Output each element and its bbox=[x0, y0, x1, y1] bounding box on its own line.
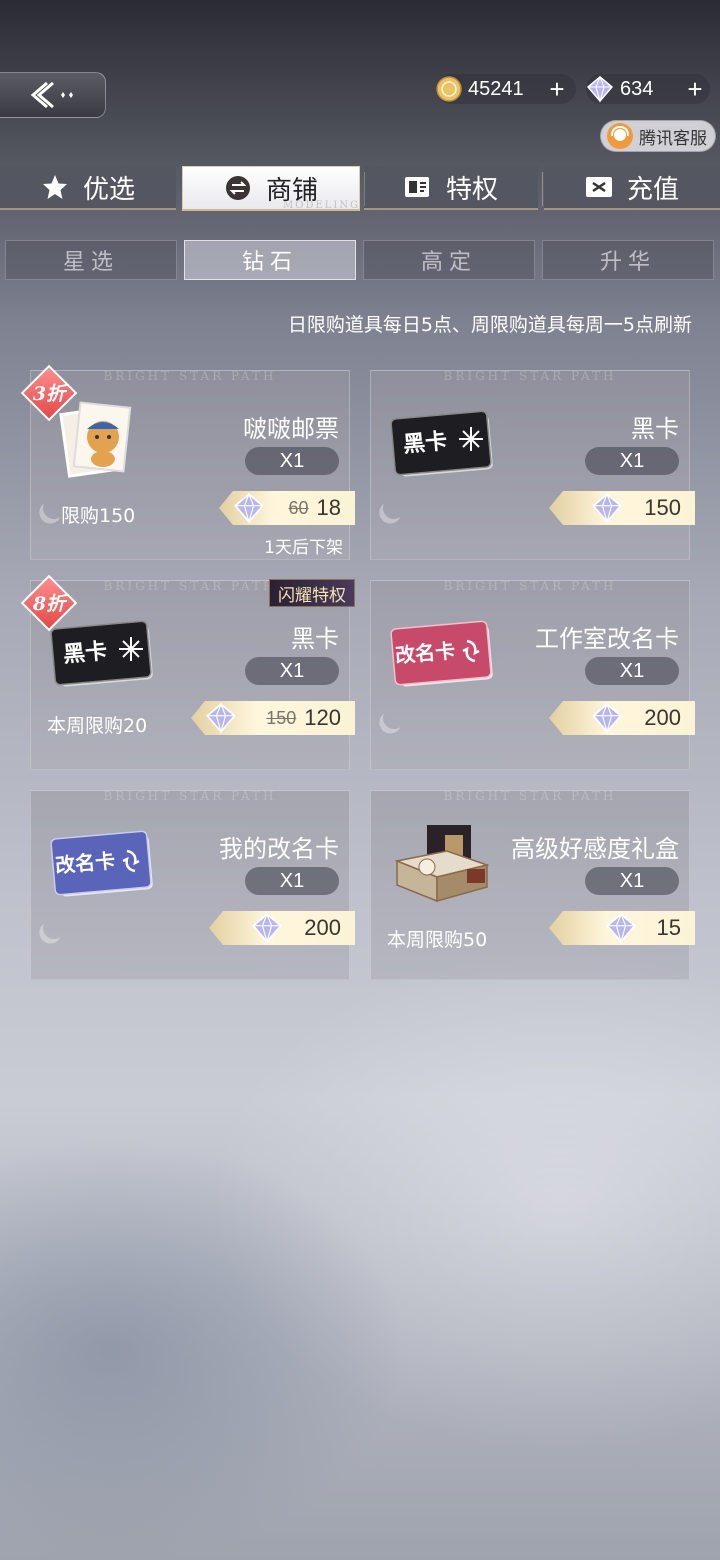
tab-label: 优选 bbox=[82, 174, 135, 205]
gift-box-icon bbox=[387, 821, 497, 903]
rename-card-icon: 改名卡 bbox=[387, 611, 497, 691]
item-name: 我的改名卡 bbox=[219, 835, 339, 863]
price-value: 200 bbox=[644, 705, 681, 730]
item-name: 黑卡 bbox=[291, 625, 339, 653]
price-tag[interactable]: 15 bbox=[549, 911, 695, 945]
price-value: 150 bbox=[644, 495, 681, 520]
discount-text: 8折 bbox=[32, 593, 66, 615]
card-watermark: BRIGHT STAR PATH bbox=[443, 579, 617, 593]
subtab-star-select[interactable]: 星选 bbox=[5, 240, 177, 280]
item-quantity: X1 bbox=[585, 447, 679, 475]
back-arrow-icon bbox=[30, 81, 73, 109]
subtab-label: 高定 bbox=[420, 250, 477, 275]
privilege-tag: 闪耀特权 bbox=[269, 579, 355, 607]
tab-divider bbox=[542, 172, 543, 206]
shop-item-card[interactable]: BRIGHT STAR PATH 黑卡 闪耀特权 黑卡 X1 本周限购20 15… bbox=[20, 574, 355, 770]
price-tag[interactable]: 200 bbox=[549, 701, 695, 735]
shop-item-card[interactable]: BRIGHT STAR PATH 高级好感度礼盒 X1 本周限购50 15 bbox=[370, 789, 695, 980]
purchase-limit: 本周限购50 bbox=[387, 929, 488, 951]
card-watermark: BRIGHT STAR PATH bbox=[103, 789, 277, 803]
tab-watermark: MODELING bbox=[283, 200, 361, 211]
diamond-icon bbox=[234, 492, 264, 524]
item-name: 啵啵邮票 bbox=[243, 415, 339, 443]
customer-service-button[interactable]: 腾讯客服 bbox=[600, 120, 716, 152]
card-print-text: 黑卡 bbox=[62, 638, 109, 668]
tab-label: 特权 bbox=[445, 174, 498, 205]
card-print-text: 改名卡 bbox=[394, 638, 457, 668]
shop-item-card[interactable]: BRIGHT STAR PATH 改名卡 我的改名卡 X1 200 bbox=[30, 789, 355, 980]
gold-amount: 45241 bbox=[468, 77, 524, 100]
discount-badge: 8折 bbox=[20, 574, 78, 632]
item-name: 黑卡 bbox=[631, 415, 679, 443]
black-card-icon: 黑卡 bbox=[387, 401, 497, 481]
refresh-notice: 日限购道具每日5点、周限购道具每周一5点刷新 bbox=[287, 314, 692, 336]
moon-icon bbox=[380, 494, 408, 522]
item-quantity: X1 bbox=[245, 657, 339, 685]
diamond-icon bbox=[206, 702, 236, 734]
purchase-limit: 本周限购20 bbox=[47, 715, 148, 737]
main-tab-bar: 优选 商铺 MODELING 特权 充值 bbox=[0, 166, 720, 211]
item-quantity: X1 bbox=[245, 447, 339, 475]
privilege-card-icon bbox=[404, 175, 432, 199]
tab-shop[interactable]: 商铺 MODELING bbox=[182, 166, 360, 211]
discount-text: 3折 bbox=[32, 383, 66, 405]
moon-icon bbox=[40, 914, 68, 942]
add-gold-button[interactable]: + bbox=[544, 76, 570, 102]
subtab-diamond[interactable]: 钻石 bbox=[184, 240, 356, 280]
original-price: 150 bbox=[266, 707, 297, 728]
rename-card-icon: 改名卡 bbox=[47, 821, 157, 901]
tab-recharge[interactable]: 充值 bbox=[544, 166, 720, 210]
diamond-icon bbox=[592, 702, 622, 734]
expire-text: 1天后下架 bbox=[264, 538, 343, 558]
exchange-icon bbox=[224, 174, 252, 202]
diamond-icon bbox=[606, 912, 636, 944]
recharge-icon bbox=[585, 175, 613, 199]
add-diamond-button[interactable]: + bbox=[682, 76, 708, 102]
price-value: 15 bbox=[656, 915, 681, 940]
price-value: 18 bbox=[316, 495, 341, 520]
diamond-amount: 634 bbox=[620, 77, 654, 100]
price-tag[interactable]: 60 18 bbox=[219, 491, 355, 525]
discount-badge: 3折 bbox=[20, 364, 78, 422]
item-quantity: X1 bbox=[585, 867, 679, 895]
item-name: 工作室改名卡 bbox=[535, 625, 679, 653]
item-name: 高级好感度礼盒 bbox=[511, 835, 679, 863]
subtab-label: 星选 bbox=[62, 250, 119, 275]
subtab-haute-couture[interactable]: 高定 bbox=[363, 240, 535, 280]
card-watermark: BRIGHT STAR PATH bbox=[103, 369, 277, 383]
price-value: 120 bbox=[304, 705, 341, 730]
card-watermark: BRIGHT STAR PATH bbox=[443, 789, 617, 803]
original-price: 60 bbox=[288, 497, 309, 518]
price-tag[interactable]: 150 bbox=[549, 491, 695, 525]
moon-icon bbox=[380, 704, 408, 732]
card-watermark: BRIGHT STAR PATH bbox=[443, 369, 617, 383]
service-label: 腾讯客服 bbox=[639, 128, 707, 149]
subtab-label: 升华 bbox=[599, 250, 656, 275]
card-print-text: 黑卡 bbox=[402, 428, 449, 458]
diamond-icon bbox=[252, 912, 282, 944]
back-button[interactable] bbox=[0, 72, 106, 118]
shop-item-card[interactable]: BRIGHT STAR PATH 啵啵邮票 X1 限购150 60 18 1天后… bbox=[20, 364, 355, 560]
headset-icon bbox=[607, 123, 633, 149]
purchase-limit: 限购150 bbox=[61, 505, 136, 527]
price-value: 200 bbox=[304, 915, 341, 940]
star-icon bbox=[41, 173, 69, 201]
diamond-icon bbox=[592, 492, 622, 524]
subtab-sublimation[interactable]: 升华 bbox=[542, 240, 714, 280]
item-quantity: X1 bbox=[585, 657, 679, 685]
item-quantity: X1 bbox=[245, 867, 339, 895]
tab-featured[interactable]: 优选 bbox=[0, 166, 176, 210]
subtab-label: 钻石 bbox=[241, 250, 298, 275]
price-tag[interactable]: 200 bbox=[209, 911, 355, 945]
diamond-icon bbox=[586, 75, 614, 103]
tab-label: 充值 bbox=[626, 174, 679, 205]
shop-item-card[interactable]: BRIGHT STAR PATH 改名卡 工作室改名卡 X1 200 bbox=[370, 579, 695, 770]
gold-coin-icon bbox=[436, 76, 462, 102]
tab-privilege[interactable]: 特权 bbox=[364, 166, 538, 210]
card-print-text: 改名卡 bbox=[54, 848, 117, 878]
price-tag[interactable]: 150 120 bbox=[191, 701, 355, 735]
shop-item-card[interactable]: BRIGHT STAR PATH 黑卡 黑卡 X1 150 bbox=[370, 369, 695, 560]
